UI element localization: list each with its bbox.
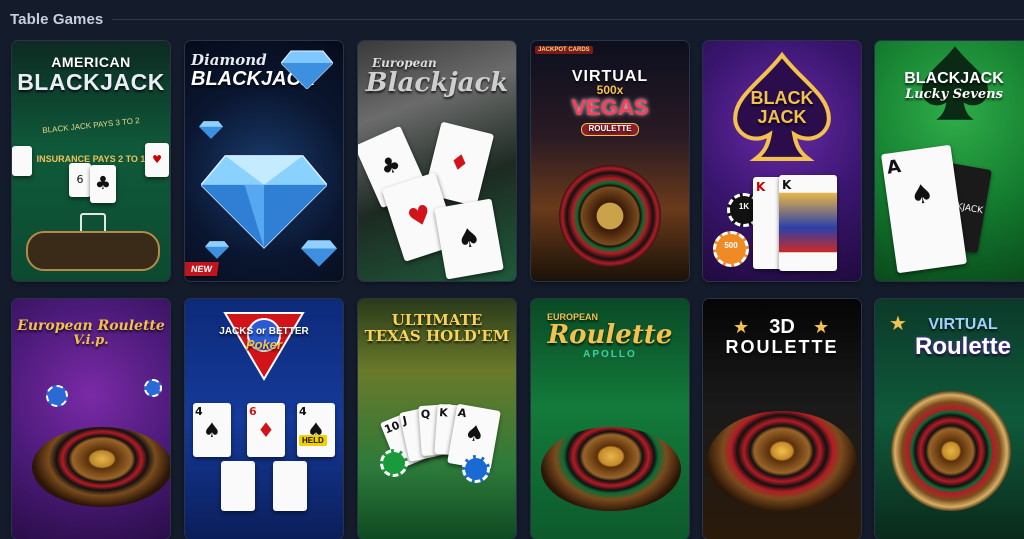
game-logo: BLACK JACK — [750, 88, 814, 127]
diamond-icon — [301, 240, 337, 267]
game-thumbnail: BLACK JACK 1K 500 K K — [703, 41, 861, 281]
roulette-wheel — [32, 427, 170, 507]
game-thumbnail: AMERICAN BLACKJACK BLACK JACK PAYS 3 TO … — [12, 41, 170, 281]
playing-card: 6 ♦ — [247, 403, 285, 457]
game-thumbnail: European Roulette V.i.p. — [12, 299, 170, 539]
game-thumbnail: ★ VIRTUAL Roulette — [875, 299, 1024, 539]
playing-card: ♣ — [90, 165, 116, 203]
roulette-wheel — [707, 411, 857, 511]
playing-card: ♥ — [145, 143, 169, 177]
game-tile-diamond-blackjack[interactable]: Diamond BLACKJACK NEW — [185, 41, 343, 281]
game-logo: ULTIMATE TEXAS HOLD'EM — [364, 311, 510, 345]
chip-icon — [144, 379, 162, 397]
game-tile-virtual-roulette[interactable]: ★ VIRTUAL Roulette — [875, 299, 1024, 539]
game-tile-american-blackjack[interactable]: AMERICAN BLACKJACK BLACK JACK PAYS 3 TO … — [12, 41, 170, 281]
game-thumbnail: European Blackjack ♣ ♦ ♥ ♠ — [358, 41, 516, 281]
game-tile-ultimate-texas-holdem[interactable]: ULTIMATE TEXAS HOLD'EM 10 J Q K A ♠ — [358, 299, 516, 539]
chip-icon — [46, 385, 68, 407]
game-thumbnail: Diamond BLACKJACK NEW — [185, 41, 343, 281]
playing-card — [273, 461, 307, 511]
game-logo: JACKS or BETTER Poker — [219, 326, 309, 352]
dealer-tray — [26, 231, 160, 271]
game-thumbnail: JACKS or BETTER Poker 4 ♠ 6 ♦ 4 ♠ HELD — [185, 299, 343, 539]
roulette-wheel — [559, 165, 661, 267]
game-tile-3d-roulette[interactable]: ★ ★ 3D ROULETTE — [703, 299, 861, 539]
new-badge: NEW — [185, 262, 219, 276]
diamond-icon — [199, 121, 223, 139]
section-divider — [112, 19, 1024, 20]
playing-card: 4 ♠ — [193, 403, 231, 457]
game-tile-jacks-or-better[interactable]: JACKS or BETTER Poker 4 ♠ 6 ♦ 4 ♠ HELD — [185, 299, 343, 539]
section-header: Table Games — [0, 0, 1024, 36]
game-tile-european-roulette-apollo[interactable]: EUROPEAN Roulette APOLLO — [531, 299, 689, 539]
felt-text: INSURANCE PAYS 2 TO 1 — [36, 154, 146, 164]
game-thumbnail: BLACKJACK Lucky Sevens BLACKJACK A ♠ — [875, 41, 1024, 281]
game-tile-european-blackjack[interactable]: European Blackjack ♣ ♦ ♥ ♠ — [358, 41, 516, 281]
game-logo: EUROPEAN Roulette APOLLO — [547, 312, 673, 360]
roulette-wheel — [891, 391, 1011, 511]
game-tile-blackjack-lucky-sevens[interactable]: BLACKJACK Lucky Sevens BLACKJACK A ♠ — [875, 41, 1024, 281]
game-logo: VIRTUAL 500x VEGAS ROULETTE — [531, 68, 689, 136]
diamond-icon — [205, 241, 229, 259]
playing-card — [221, 461, 255, 511]
game-thumbnail: JACKPOT CARDS VIRTUAL 500x VEGAS ROULETT… — [531, 41, 689, 281]
poker-chip — [462, 455, 490, 483]
game-logo: AMERICAN BLACKJACK — [17, 54, 165, 95]
game-tile-virtual-500x-vegas-roulette[interactable]: JACKPOT CARDS VIRTUAL 500x VEGAS ROULETT… — [531, 41, 689, 281]
roulette-wheel — [541, 427, 681, 511]
game-logo: BLACKJACK Lucky Sevens — [904, 70, 1004, 102]
felt-text: BLACK JACK PAYS 3 TO 2 — [41, 115, 141, 136]
section-title: Table Games — [10, 11, 104, 28]
diamond-icon — [201, 155, 327, 249]
game-thumbnail: ★ ★ 3D ROULETTE — [703, 299, 861, 539]
held-label: HELD — [299, 435, 327, 446]
playing-card: K — [779, 175, 837, 271]
game-logo: 3D ROULETTE — [725, 316, 839, 357]
playing-card — [12, 146, 32, 176]
game-tile-european-roulette-vip[interactable]: European Roulette V.i.p. — [12, 299, 170, 539]
game-logo: European Blackjack — [365, 56, 509, 98]
game-logo: European Roulette V.i.p. — [17, 318, 165, 348]
game-logo: VIRTUAL Roulette — [915, 316, 1011, 360]
jackpot-badge: JACKPOT CARDS — [535, 46, 593, 54]
game-thumbnail: ULTIMATE TEXAS HOLD'EM 10 J Q K A ♠ — [358, 299, 516, 539]
poker-chip — [380, 449, 408, 477]
playing-card: 6 — [69, 163, 91, 197]
playing-card: 4 ♠ — [297, 403, 335, 457]
game-tile-black-jack[interactable]: BLACK JACK 1K 500 K K — [703, 41, 861, 281]
poker-chip: 500 — [713, 231, 749, 267]
playing-card: ♠ — [434, 198, 504, 280]
diamond-icon — [281, 50, 333, 89]
game-thumbnail: EUROPEAN Roulette APOLLO — [531, 299, 689, 539]
